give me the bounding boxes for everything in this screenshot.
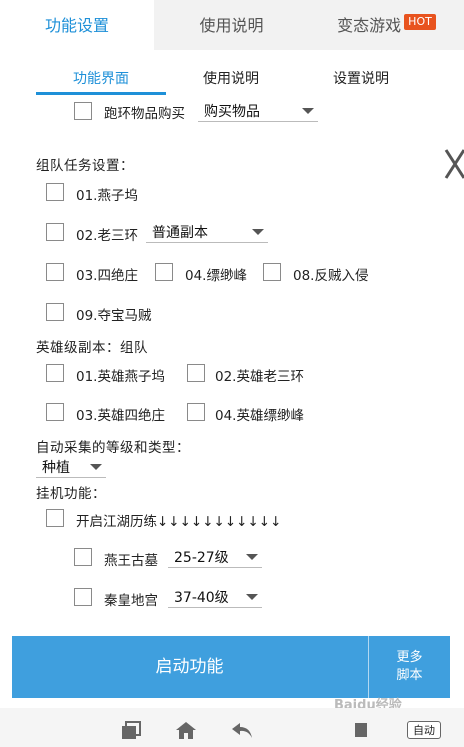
home-icon[interactable] xyxy=(174,720,198,740)
more-scripts-button[interactable]: 更多 脚本 xyxy=(368,636,450,698)
palace-level-select[interactable]: 37-40级 xyxy=(168,586,262,608)
tomb-level-select[interactable]: 25-27级 xyxy=(168,546,262,568)
hero-section-title: 英雄级副本：组队 xyxy=(36,340,148,356)
subtab-label: 设置说明 xyxy=(333,71,389,87)
top-tab-bar: 功能设置 使用说明 变态游戏 HOT xyxy=(0,0,464,50)
team-label-08: 08.反贼入侵 xyxy=(293,268,369,284)
team-label-04: 04.缥缈峰 xyxy=(185,268,247,284)
idle-section-title: 挂机功能： xyxy=(36,486,106,502)
loop-buy-label: 跑环物品购买 xyxy=(104,106,185,122)
start-button[interactable]: 启动功能 xyxy=(12,636,367,698)
select-value: 25-27级 xyxy=(174,550,229,566)
team-checkbox-08[interactable] xyxy=(263,263,281,281)
screenshot-icon[interactable] xyxy=(354,722,368,738)
team-label-03: 03.四绝庄 xyxy=(76,268,138,284)
hero-checkbox-03[interactable] xyxy=(46,403,64,421)
team-mode-select[interactable]: 普通副本 xyxy=(146,221,268,243)
team-checkbox-01[interactable] xyxy=(46,183,64,201)
subtab-function-ui[interactable]: 功能界面 xyxy=(36,68,166,88)
action-bar: 启动功能 更多 脚本 xyxy=(12,636,450,698)
select-value: 普通副本 xyxy=(152,225,208,241)
hot-badge: HOT xyxy=(404,14,436,30)
subtab-label: 使用说明 xyxy=(203,71,259,87)
select-value: 种植 xyxy=(42,460,70,476)
tomb-checkbox[interactable] xyxy=(74,548,92,566)
hero-checkbox-01[interactable] xyxy=(46,364,64,382)
tab-label: 功能设置 xyxy=(44,16,109,35)
hero-label-04: 04.英雄缥缈峰 xyxy=(215,408,304,424)
team-checkbox-02[interactable] xyxy=(46,223,64,241)
tab-usage-guide[interactable]: 使用说明 xyxy=(154,0,309,50)
buy-item-select[interactable]: 购买物品 xyxy=(198,100,318,122)
team-checkbox-03[interactable] xyxy=(46,263,64,281)
collapse-x-icon[interactable] xyxy=(444,144,464,184)
hero-checkbox-02[interactable] xyxy=(187,364,205,382)
subtab-settings-guide[interactable]: 设置说明 xyxy=(296,68,426,88)
team-label-09: 09.夺宝马贼 xyxy=(76,308,152,324)
more-label-line1: 更多 xyxy=(396,650,423,665)
hero-label-03: 03.英雄四绝庄 xyxy=(76,408,165,424)
subtab-usage[interactable]: 使用说明 xyxy=(166,68,296,88)
hero-checkbox-04[interactable] xyxy=(187,403,205,421)
tab-label: 使用说明 xyxy=(199,16,264,35)
active-subtab-indicator xyxy=(36,92,166,95)
palace-label: 秦皇地宫 xyxy=(104,593,158,609)
hero-label-01: 01.英雄燕子坞 xyxy=(76,369,165,385)
team-section-title: 组队任务设置： xyxy=(36,158,134,174)
chevron-down-icon xyxy=(90,464,102,470)
team-label-02: 02.老三环 xyxy=(76,228,138,244)
chevron-down-icon xyxy=(302,108,314,114)
select-value: 购买物品 xyxy=(204,104,260,120)
tomb-label: 燕王古墓 xyxy=(104,553,158,569)
auto-button[interactable]: 自动 xyxy=(407,721,441,739)
chevron-down-icon xyxy=(246,594,258,600)
team-checkbox-04[interactable] xyxy=(155,263,173,281)
team-label-01: 01.燕子坞 xyxy=(76,188,138,204)
tab-function-settings[interactable]: 功能设置 xyxy=(0,0,154,50)
chevron-down-icon xyxy=(246,554,258,560)
select-value: 37-40级 xyxy=(174,590,229,606)
team-checkbox-09[interactable] xyxy=(46,303,64,321)
jianghu-checkbox[interactable] xyxy=(46,509,64,527)
palace-checkbox[interactable] xyxy=(74,588,92,606)
gather-section-title: 自动采集的等级和类型： xyxy=(36,440,190,456)
recent-apps-icon[interactable] xyxy=(120,720,144,740)
subtab-label: 功能界面 xyxy=(73,71,129,87)
hero-label-02: 02.英雄老三环 xyxy=(215,369,304,385)
jianghu-label: 开启江湖历练↓↓↓↓↓↓↓↓↓↓↓ xyxy=(76,514,282,530)
chevron-down-icon xyxy=(252,229,264,235)
back-icon[interactable] xyxy=(230,720,254,740)
gather-type-select[interactable]: 种植 xyxy=(36,456,106,478)
more-label-line2: 脚本 xyxy=(396,668,423,683)
loop-buy-checkbox[interactable] xyxy=(74,102,92,120)
tab-modded-games[interactable]: 变态游戏 HOT xyxy=(309,0,464,50)
tab-label: 变态游戏 xyxy=(337,16,402,35)
